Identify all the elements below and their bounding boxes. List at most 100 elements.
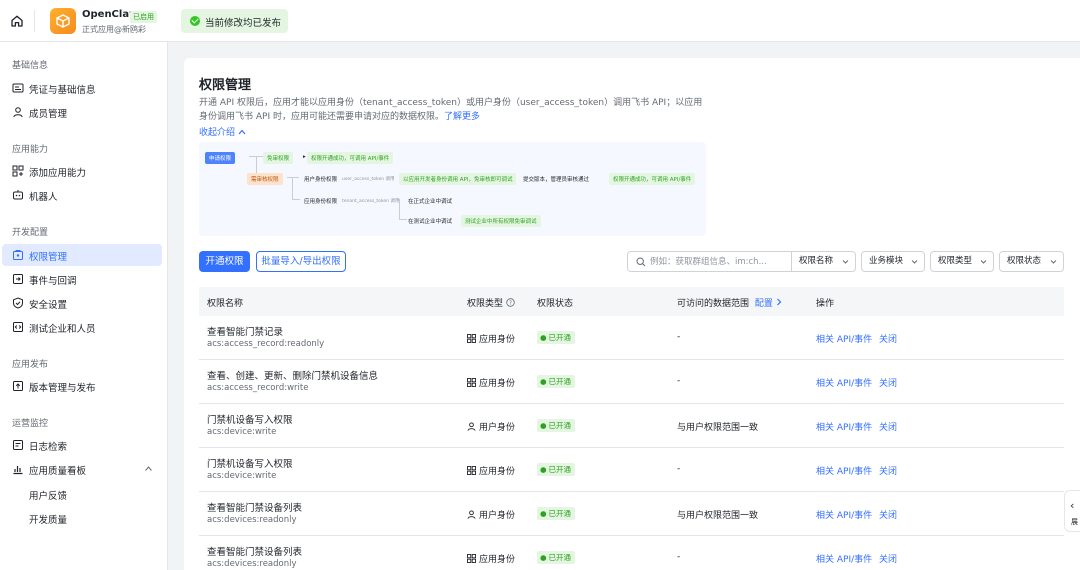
table-row: 查看智能门禁设备列表 acs:devices:readonly 用户身份 ● 已开通 与用…	[199, 492, 1064, 536]
robot-icon	[13, 190, 23, 200]
sidebar-item-events[interactable]: 事件与回调	[2, 268, 162, 290]
table-row: 门禁机设备写入权限 acs:device:write 用户身份 ● 已开通 与用户权限范围…	[199, 404, 1064, 448]
column-header-scope-label: 可访问的数据范围	[677, 299, 750, 309]
flow-connector	[292, 199, 300, 200]
sidebar-item-permissions[interactable]: 权限管理	[2, 244, 162, 266]
status-filter-select[interactable]: 权限状态	[999, 251, 1064, 272]
check-circle-icon	[190, 16, 200, 26]
permission-type-label: 应用身份	[479, 555, 516, 565]
check-icon: ●	[540, 553, 547, 562]
flow-submit: 提交版本，管理员审核通过	[523, 177, 590, 183]
close-permission-link[interactable]: 关闭	[879, 420, 897, 433]
permission-type: 应用身份	[467, 552, 515, 565]
related-api-link[interactable]: 相关 API/事件	[816, 376, 872, 389]
permission-search	[627, 251, 792, 272]
related-api-link[interactable]: 相关 API/事件	[816, 420, 872, 433]
status-badge: ● 已开通	[537, 331, 576, 344]
close-permission-link[interactable]: 关闭	[879, 552, 897, 565]
permission-name: 查看、创建、更新、删除门禁机设备信息	[207, 371, 379, 382]
sidebar-item-quality[interactable]: 应用质量看板	[2, 458, 162, 480]
flow-review-permission: 需审核权限	[247, 173, 283, 185]
table-row: 查看智能门禁记录 acs:access_record:readonly 应用身份 ● 已…	[199, 316, 1064, 360]
flow-test-result: 测试企业中所有权限免审调试	[461, 215, 541, 227]
column-header-name: 权限名称	[207, 299, 244, 309]
flow-test-debug: 在测试企业中调试	[408, 219, 453, 225]
permission-type-label: 用户身份	[479, 423, 516, 433]
collapse-intro-toggle[interactable]: 收起介绍	[199, 125, 246, 138]
chevron-up-icon[interactable]	[145, 466, 152, 471]
sidebar-item-test-tenant[interactable]: 测试企业和人员	[2, 316, 162, 338]
related-api-link[interactable]: 相关 API/事件	[816, 332, 872, 345]
flow-apply: 申请权限	[205, 152, 236, 164]
data-scope: 与用户权限范围一致	[677, 511, 759, 521]
open-permission-button[interactable]: 开通权限	[199, 251, 250, 272]
chevron-left-icon: ‹	[1070, 499, 1075, 512]
permission-type: 应用身份	[467, 332, 515, 345]
app-logo	[50, 8, 76, 34]
permission-type-label: 应用身份	[479, 335, 516, 345]
related-api-link[interactable]: 相关 API/事件	[816, 552, 872, 565]
type-filter-select[interactable]: 权限类型	[930, 251, 994, 272]
close-permission-link[interactable]: 关闭	[879, 508, 897, 521]
sidebar-section-basic: 基础信息	[12, 61, 49, 71]
collapse-label: 收起介绍	[199, 128, 236, 138]
sidebar-section-ops: 运营监控	[12, 419, 49, 429]
learn-more-link[interactable]: 了解更多	[444, 112, 480, 122]
chevron-down-icon	[1050, 260, 1057, 264]
sidebar-item-label: 权限管理	[29, 252, 68, 263]
app-icon	[467, 378, 476, 387]
help-icon[interactable]: ?	[506, 298, 515, 307]
sidebar-subitem-feedback[interactable]: 用户反馈	[29, 488, 67, 502]
sidebar-item-add-capability[interactable]: 添加应用能力	[2, 160, 162, 182]
sidebar-item-security[interactable]: 安全设置	[2, 292, 162, 314]
sidebar-item-label: 安全设置	[29, 300, 68, 311]
search-field-select[interactable]: 权限名称	[791, 251, 856, 272]
related-api-link[interactable]: 相关 API/事件	[816, 508, 872, 521]
flow-tenant-permission: 应用身份权限	[304, 199, 338, 205]
status-badge: ● 已开通	[537, 419, 576, 432]
chevron-right-icon	[776, 298, 782, 306]
close-permission-link[interactable]: 关闭	[879, 332, 897, 345]
chevron-down-icon	[980, 260, 987, 264]
close-permission-link[interactable]: 关闭	[879, 464, 897, 477]
select-value: 业务模块	[869, 256, 904, 266]
permission-code: acs:devices:readonly	[207, 559, 297, 569]
sidebar-item-robot[interactable]: 机器人	[2, 184, 162, 206]
status-badge: ● 已开通	[537, 551, 576, 564]
toast-text: 当前修改均已发布	[205, 18, 282, 29]
flow-prod-debug: 在正式企业中调试	[408, 199, 453, 205]
side-expand-tab[interactable]: ‹ 展	[1064, 490, 1080, 532]
credential-icon	[12, 83, 24, 93]
flow-user-token: user_access_token 调用	[342, 177, 395, 182]
module-filter-select[interactable]: 业务模块	[861, 251, 925, 272]
select-value: 权限名称	[799, 256, 834, 266]
permission-name: 门禁机设备写入权限	[207, 415, 293, 426]
sidebar-item-label: 版本管理与发布	[29, 383, 96, 394]
publish-toast: 当前修改均已发布	[181, 9, 288, 33]
app-icon	[467, 334, 476, 343]
code-icon	[13, 322, 23, 332]
related-api-link[interactable]: 相关 API/事件	[816, 464, 872, 477]
app-subtitle: 正式应用@新鸥彩	[82, 25, 146, 34]
permission-name: 查看智能门禁记录	[207, 327, 284, 338]
search-input[interactable]	[650, 255, 788, 269]
sidebar-item-credentials[interactable]: 凭证与基础信息	[2, 77, 162, 99]
sidebar-item-label: 测试企业和人员	[29, 324, 96, 335]
permission-type-label: 应用身份	[479, 379, 516, 389]
data-scope: -	[677, 552, 681, 562]
sidebar-item-logs[interactable]: 日志检索	[2, 434, 162, 456]
scope-config-link[interactable]: 配置	[755, 299, 773, 309]
status-label: 已开通	[548, 465, 572, 474]
status-badge: ● 已开通	[537, 375, 576, 388]
sidebar-subitem-dev-quality[interactable]: 开发质量	[29, 512, 67, 526]
close-permission-link[interactable]: 关闭	[879, 376, 897, 389]
permission-type: 应用身份	[467, 376, 515, 389]
sidebar-section-capability: 应用能力	[12, 145, 49, 155]
sidebar-item-versions[interactable]: 版本管理与发布	[2, 375, 162, 397]
home-icon[interactable]	[10, 14, 24, 28]
page-description: 开通 API 权限后，应用才能以应用身份（tenant_access_token…	[199, 96, 709, 124]
table-row: 门禁机设备写入权限 acs:device:write 应用身份 ● 已开通 - 相关 API…	[199, 448, 1064, 492]
sidebar-item-members[interactable]: 成员管理	[2, 101, 162, 123]
column-header-type: 权限类型 ?	[467, 296, 515, 309]
import-export-button[interactable]: 批量导入/导出权限	[256, 251, 346, 272]
